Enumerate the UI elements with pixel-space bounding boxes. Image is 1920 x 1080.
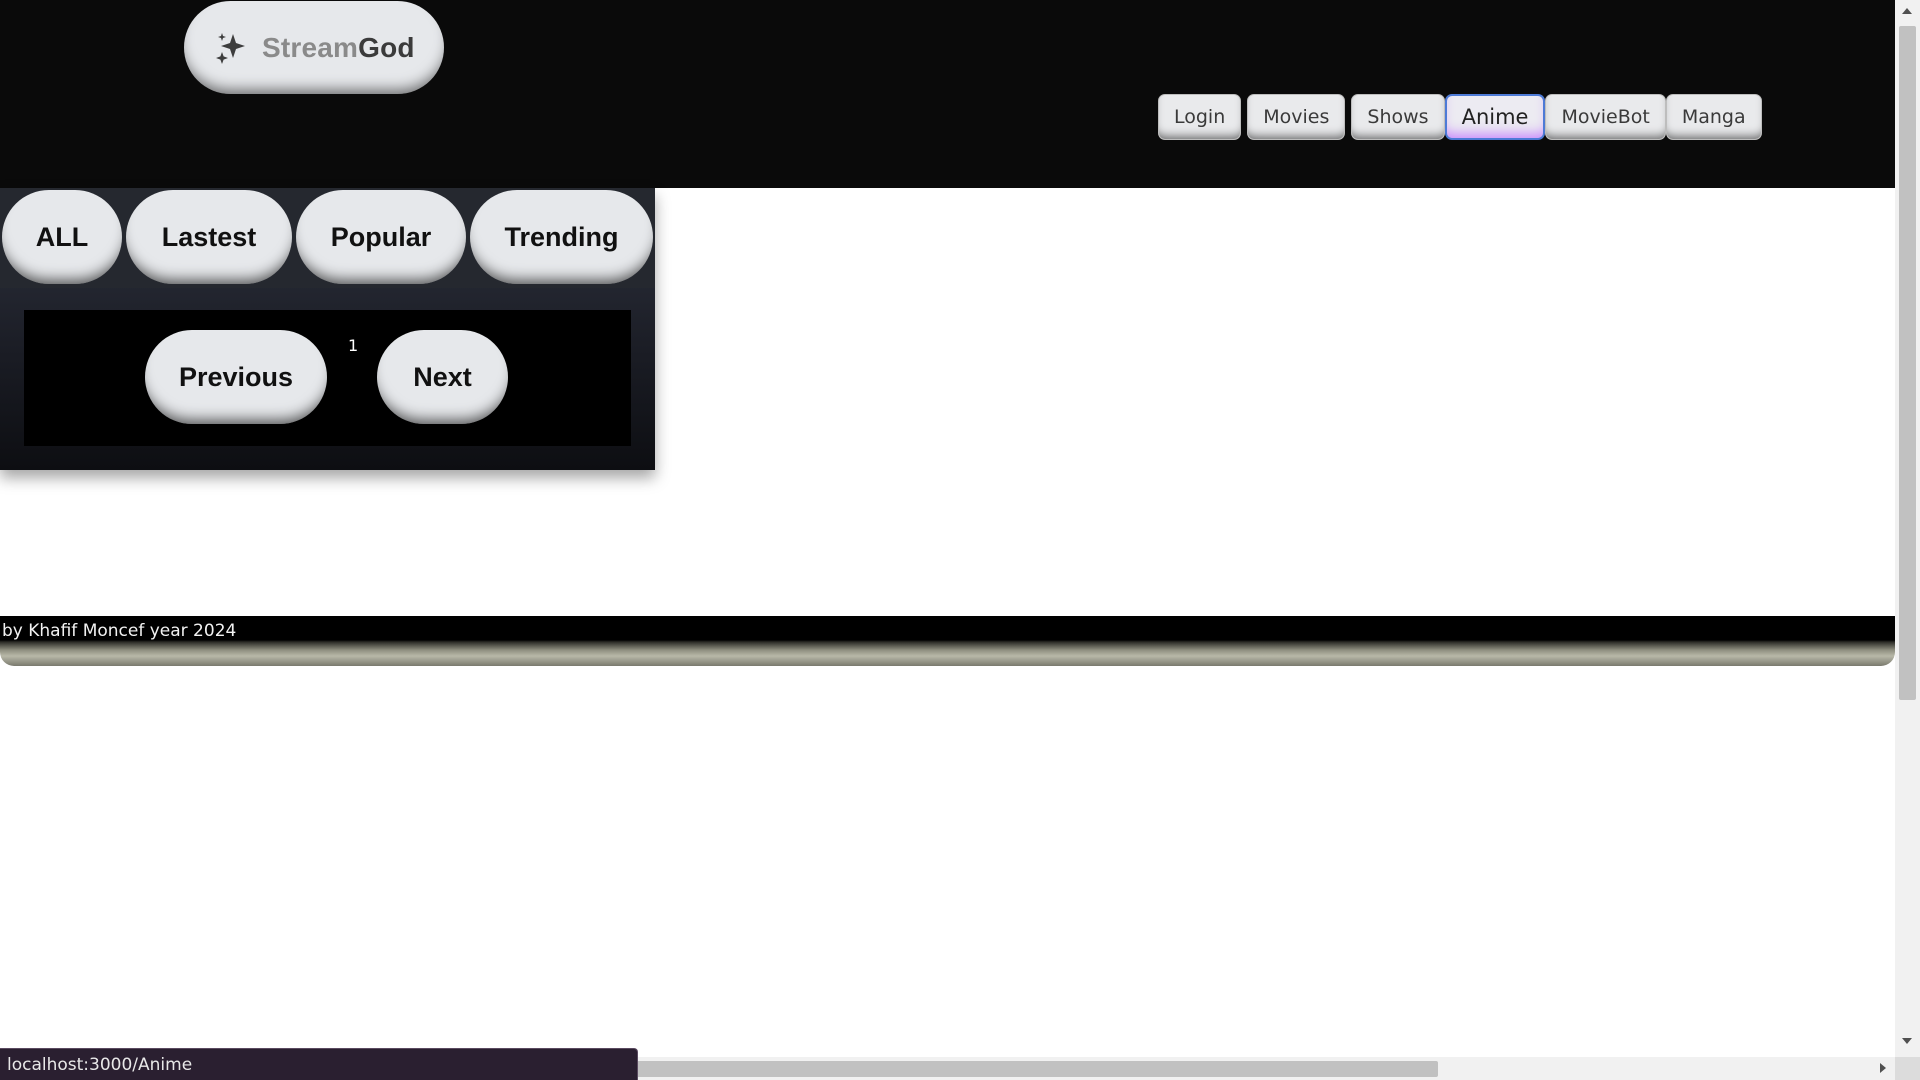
brand-name: StreamGod (262, 32, 415, 64)
current-page-number: 1 (348, 336, 359, 355)
site-footer: by Khafif Moncef year 2024 (0, 616, 1895, 666)
brand-logo-button[interactable]: StreamGod (184, 1, 444, 94)
category-tabs: ALL Lastest Popular Trending (0, 188, 655, 288)
tab-trending[interactable]: Trending (470, 190, 653, 284)
sparkles-icon (214, 31, 248, 65)
brand-name-bold: God (358, 31, 415, 63)
nav-moviebot-button[interactable]: MovieBot (1545, 94, 1666, 140)
nav-anime-button[interactable]: Anime (1444, 94, 1546, 140)
tab-all[interactable]: ALL (2, 190, 122, 284)
site-header: StreamGod Login Movies Shows Anime Movie… (0, 0, 1895, 188)
nav-shows-button[interactable]: Shows (1351, 94, 1445, 140)
horizontal-scroll-thumb[interactable] (620, 1061, 1438, 1077)
vertical-scroll-thumb[interactable] (1899, 26, 1916, 700)
nav-login-button[interactable]: Login (1158, 94, 1242, 140)
scroll-right-arrow-icon[interactable] (1880, 1063, 1886, 1073)
tab-popular[interactable]: Popular (296, 190, 466, 284)
scroll-up-arrow-icon[interactable] (1902, 8, 1912, 14)
tab-latest[interactable]: Lastest (126, 190, 292, 284)
status-bar: localhost:3000/Anime (0, 1048, 638, 1080)
pagination: Previous 1 Next (24, 310, 631, 446)
category-panel: ALL Lastest Popular Trending Previous 1 … (0, 188, 655, 470)
next-page-button[interactable]: Next (377, 330, 508, 424)
nav-movies-button[interactable]: Movies (1247, 94, 1346, 140)
brand-name-light: Stream (262, 31, 359, 63)
nav-manga-button[interactable]: Manga (1665, 94, 1762, 140)
scrollbar-corner (1895, 1057, 1920, 1080)
vertical-scrollbar[interactable] (1895, 0, 1920, 1057)
previous-page-button[interactable]: Previous (145, 330, 327, 424)
page-viewport: StreamGod Login Movies Shows Anime Movie… (0, 0, 1895, 1057)
status-url: localhost:3000/Anime (7, 1055, 193, 1075)
footer-credit: by Khafif Moncef year 2024 (2, 621, 237, 641)
main-nav: Login Movies Shows Anime MovieBot Manga (1158, 94, 1762, 140)
scroll-down-arrow-icon[interactable] (1902, 1038, 1912, 1044)
